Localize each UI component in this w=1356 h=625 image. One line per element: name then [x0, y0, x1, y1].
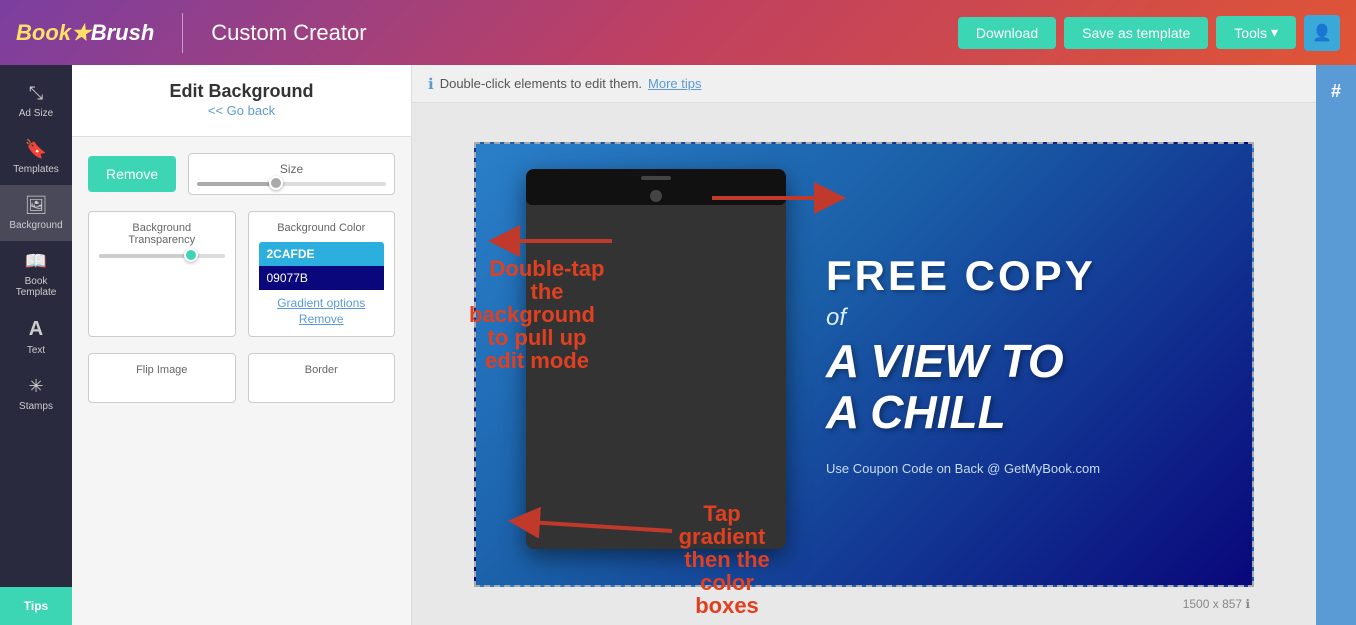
sidebar-item-stamps[interactable]: ✳ Stamps — [0, 366, 72, 422]
more-tips-link[interactable]: More tips — [648, 76, 701, 91]
size-slider[interactable] — [197, 182, 386, 186]
tablet-home-btn — [650, 190, 662, 202]
sidebar: ⤡ Ad Size 🔖 Templates 🖼 Background 📖 Boo… — [0, 65, 72, 625]
download-button[interactable]: Download — [958, 17, 1056, 49]
logo-area: Book★Brush — [16, 20, 154, 46]
tools-button[interactable]: Tools ▾ — [1216, 16, 1296, 49]
transparency-slider[interactable] — [99, 254, 225, 258]
info-text: Double-click elements to edit them. — [440, 76, 642, 91]
header: Book★Brush Custom Creator Download Save … — [0, 0, 1356, 65]
canvas-wrapper: Larissa Reinhart VIEW to a CHILL A CHERR… — [412, 103, 1316, 625]
color-label: Background Color — [259, 222, 385, 234]
transparency-label: Background Transparency — [99, 222, 225, 246]
sidebar-item-book-template[interactable]: 📖 Book Template — [0, 241, 72, 308]
templates-icon: 🔖 — [25, 139, 47, 160]
text-icon: A — [29, 318, 43, 341]
logo-text: Book★Brush — [16, 20, 154, 46]
tablet-bottom-bar — [526, 187, 786, 205]
gradient-options-link[interactable]: Gradient options — [277, 296, 365, 310]
color-box: Background Color 2CAFDE 09077B Gradient … — [248, 211, 396, 337]
transparency-thumb[interactable] — [184, 248, 198, 262]
transparency-color-row: Background Transparency Background Color… — [88, 211, 395, 337]
free-copy-text: FREE COPY — [826, 252, 1096, 300]
hash-button[interactable]: # — [1323, 73, 1349, 110]
panel-header: Edit Background << Go back — [72, 65, 411, 137]
go-back-link[interactable]: << Go back — [208, 103, 275, 118]
sidebar-item-label: Book Template — [4, 276, 68, 298]
sidebar-item-text[interactable]: A Text — [0, 308, 72, 366]
size-thumb[interactable] — [269, 176, 283, 190]
canvas[interactable]: Larissa Reinhart VIEW to a CHILL A CHERR… — [474, 142, 1254, 587]
canvas-area: ℹ Double-click elements to edit them. Mo… — [412, 65, 1316, 625]
info-icon: ℹ — [428, 75, 434, 93]
book-template-icon: 📖 — [25, 251, 47, 272]
sidebar-item-label: Text — [27, 345, 45, 356]
coupon-text: Use Coupon Code on Back @ GetMyBook.com — [826, 461, 1100, 476]
user-icon: 👤 — [1312, 23, 1332, 43]
flip-label: Flip Image — [99, 364, 225, 376]
title-line-1: A VIEW TO — [826, 336, 1064, 387]
sidebar-item-ad-size[interactable]: ⤡ Ad Size — [0, 73, 72, 129]
canvas-text: FREE COPY of A VIEW TO A CHILL Use Coupo… — [786, 232, 1252, 496]
edit-panel: Edit Background << Go back Remove Size B… — [72, 65, 412, 625]
sidebar-item-templates[interactable]: 🔖 Templates — [0, 129, 72, 185]
remove-color-link[interactable]: Remove — [299, 312, 344, 326]
size-control: Size — [188, 153, 395, 195]
save-template-button[interactable]: Save as template — [1064, 17, 1208, 49]
border-box: Border — [248, 353, 396, 403]
flip-border-row: Flip Image Border — [88, 353, 395, 403]
canvas-size-label: 1500 x 857 ℹ — [1177, 591, 1256, 617]
svg-text:boxes: boxes — [695, 593, 759, 618]
flip-box: Flip Image — [88, 353, 236, 403]
header-buttons: Download Save as template Tools ▾ 👤 — [958, 15, 1340, 51]
color-swatch-2[interactable]: 09077B — [259, 266, 385, 290]
remove-size-row: Remove Size — [88, 153, 395, 195]
color-links: Gradient options Remove — [259, 296, 385, 326]
panel-body: Remove Size Background Transparency — [72, 137, 411, 419]
border-label: Border — [259, 364, 385, 376]
title-line-2: A CHILL — [826, 387, 1006, 438]
tablet-camera — [641, 176, 671, 180]
app-title: Custom Creator — [211, 20, 942, 46]
header-divider — [182, 13, 183, 53]
user-button[interactable]: 👤 — [1304, 15, 1340, 51]
background-icon: 🖼 — [25, 195, 48, 216]
book-cover[interactable]: Larissa Reinhart VIEW to a CHILL A CHERR… — [526, 169, 786, 549]
sidebar-tips[interactable]: Tips — [0, 587, 72, 625]
sidebar-item-label: Stamps — [19, 401, 53, 412]
sidebar-item-label: Templates — [13, 164, 59, 175]
sidebar-item-label: Background — [9, 220, 62, 231]
main-layout: ⤡ Ad Size 🔖 Templates 🖼 Background 📖 Boo… — [0, 65, 1356, 625]
color-swatch-1[interactable]: 2CAFDE — [259, 242, 385, 266]
transparency-box: Background Transparency — [88, 211, 236, 337]
remove-button[interactable]: Remove — [88, 156, 176, 192]
info-size-icon: ℹ — [1245, 597, 1250, 611]
sidebar-item-label: Ad Size — [19, 108, 53, 119]
stamps-icon: ✳ — [28, 376, 43, 397]
right-panel: # — [1316, 65, 1356, 625]
tablet-top-bar — [526, 169, 786, 187]
info-bar: ℹ Double-click elements to edit them. Mo… — [412, 65, 1316, 103]
ad-size-icon: ⤡ — [29, 83, 43, 104]
panel-title: Edit Background — [88, 81, 395, 102]
size-label: Size — [197, 162, 386, 176]
sidebar-item-background[interactable]: 🖼 Background — [0, 185, 72, 241]
of-text: of — [826, 304, 846, 332]
